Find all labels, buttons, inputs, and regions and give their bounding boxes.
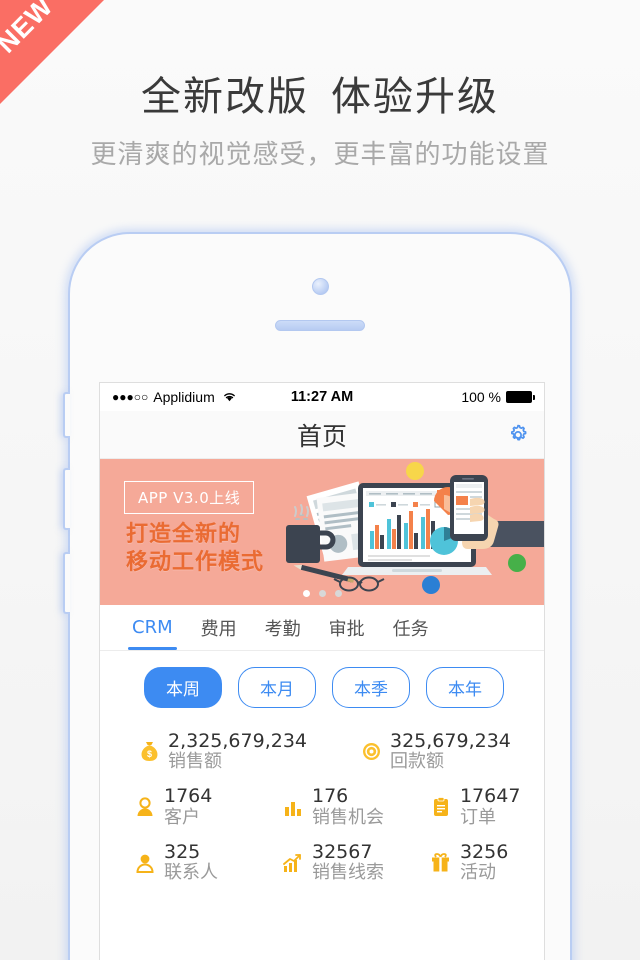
stat-contacts[interactable]: 325 联系人	[100, 840, 248, 884]
headline-part-2: 体验升级	[331, 74, 499, 120]
stat-label: 销售机会	[311, 806, 384, 828]
status-bar-left: ●●●○○ Applidium	[112, 389, 291, 405]
carrier-label: Applidium	[153, 389, 215, 405]
silent-switch[interactable]	[63, 392, 70, 438]
stat-text: 17647 订单	[459, 785, 521, 828]
customer-person-icon	[134, 794, 156, 820]
stat-value: 32567	[311, 840, 373, 863]
stat-label: 订单	[459, 806, 496, 828]
stats-row-3: 325 联系人 32567 销售线索 3256 活动	[100, 835, 544, 890]
front-camera-icon	[312, 278, 329, 295]
battery-percent-label: 100 %	[461, 389, 502, 405]
screen-title: 首页	[296, 421, 347, 451]
coin-icon	[360, 739, 382, 765]
banner-pagination[interactable]	[100, 590, 544, 597]
money-bag-icon: $	[138, 739, 160, 765]
stat-value: 176	[311, 785, 349, 808]
wifi-icon	[222, 389, 237, 405]
stat-text: 1764 客户	[164, 785, 213, 828]
banner-headline-line-1: 打造全新的	[126, 522, 242, 547]
clipboard-order-icon	[430, 794, 452, 820]
pagination-dot-2[interactable]	[318, 590, 326, 597]
svg-text:$: $	[146, 749, 151, 759]
banner-badge: APP V3.0上线	[124, 481, 255, 514]
stat-leads[interactable]: 32567 销售线索	[248, 840, 396, 884]
promo-page: NEW 全新改版 体验升级 更清爽的视觉感受，更丰富的功能设置 ●●●○○ App…	[0, 0, 640, 960]
phone-screen: ●●●○○ Applidium 11:27 AM 100 % 首页 APP V3…	[99, 382, 545, 960]
stat-value: 1764	[164, 785, 213, 808]
stats-row-1: $ 2,325,679,234 销售额 325,679,234 回款额	[100, 724, 544, 779]
stat-opportunities[interactable]: 176 销售机会	[248, 786, 396, 827]
gear-icon[interactable]	[506, 423, 530, 447]
status-bar-clock: 11:27 AM	[290, 389, 354, 405]
battery-full-icon	[506, 391, 536, 403]
pagination-dot-3[interactable]	[334, 590, 342, 597]
bar-chart-icon	[282, 794, 304, 820]
promo-banner[interactable]: APP V3.0上线 打造全新的 移动工作模式	[100, 459, 544, 605]
headline-part-1: 全新改版	[141, 74, 309, 120]
status-bar-right: 100 %	[353, 389, 536, 405]
tab-expense[interactable]: 费用	[187, 605, 251, 650]
new-ribbon	[0, 0, 104, 104]
pagination-dot-1[interactable]	[302, 590, 310, 597]
period-filter-month[interactable]: 本月	[238, 667, 316, 708]
earpiece-speaker	[275, 320, 365, 331]
stats-grid: $ 2,325,679,234 销售额 325,679,234 回款额 1764…	[100, 722, 544, 891]
stat-value: 2,325,679,234	[168, 730, 308, 752]
period-filter-week[interactable]: 本周	[144, 667, 222, 708]
stat-label: 销售线索	[311, 862, 384, 884]
tab-approval[interactable]: 审批	[315, 605, 379, 650]
stat-sales-amount[interactable]: $ 2,325,679,234 销售额	[100, 730, 322, 773]
tab-attendance[interactable]: 考勤	[251, 605, 315, 650]
status-bar: ●●●○○ Applidium 11:27 AM 100 %	[100, 383, 544, 411]
stat-label: 联系人	[164, 862, 218, 884]
banner-illustration	[274, 459, 544, 605]
trending-up-icon	[282, 850, 304, 876]
nav-bar: 首页	[100, 411, 544, 459]
volume-up-button[interactable]	[63, 468, 70, 530]
stat-label: 回款额	[390, 751, 444, 773]
period-filter-group: 本周 本月 本季 本年	[100, 651, 544, 722]
tab-task[interactable]: 任务	[379, 605, 443, 650]
module-tabs: CRM 费用 考勤 审批 任务	[100, 605, 544, 651]
stat-value: 325	[164, 840, 201, 863]
phone-mockup: ●●●○○ Applidium 11:27 AM 100 % 首页 APP V3…	[63, 232, 572, 960]
contact-person-icon	[134, 850, 156, 876]
stats-row-2: 1764 客户 176 销售机会 17647 订单	[100, 779, 544, 834]
stat-label: 客户	[164, 806, 200, 828]
page-subtitle: 更清爽的视觉感受，更丰富的功能设置	[90, 140, 550, 170]
stat-text: 32567 销售线索	[311, 840, 384, 884]
stat-value: 3256	[459, 840, 509, 863]
period-filter-quarter[interactable]: 本季	[332, 667, 410, 708]
stat-text: 325 联系人	[164, 840, 218, 884]
stat-value: 17647	[459, 785, 521, 808]
stat-value: 325,679,234	[390, 730, 511, 752]
stat-text: 2,325,679,234 销售额	[168, 730, 308, 773]
banner-headline: 打造全新的 移动工作模式	[126, 521, 264, 577]
period-filter-year[interactable]: 本年	[426, 667, 504, 708]
stat-payment-amount[interactable]: 325,679,234 回款额	[322, 730, 544, 773]
stat-customers[interactable]: 1764 客户	[100, 786, 248, 827]
stat-label: 活动	[459, 862, 496, 884]
stat-text: 325,679,234 回款额	[390, 730, 511, 773]
stat-label: 销售额	[168, 751, 222, 773]
banner-headline-line-2: 移动工作模式	[126, 550, 265, 576]
gift-icon	[430, 850, 452, 876]
signal-strength-icon: ●●●○○	[112, 390, 149, 404]
tab-crm[interactable]: CRM	[118, 605, 187, 650]
stat-text: 176 销售机会	[311, 785, 384, 828]
stat-text: 3256 活动	[459, 840, 509, 884]
volume-down-button[interactable]	[63, 552, 70, 614]
stat-activities[interactable]: 3256 活动	[396, 840, 544, 884]
stat-orders[interactable]: 17647 订单	[396, 786, 544, 827]
